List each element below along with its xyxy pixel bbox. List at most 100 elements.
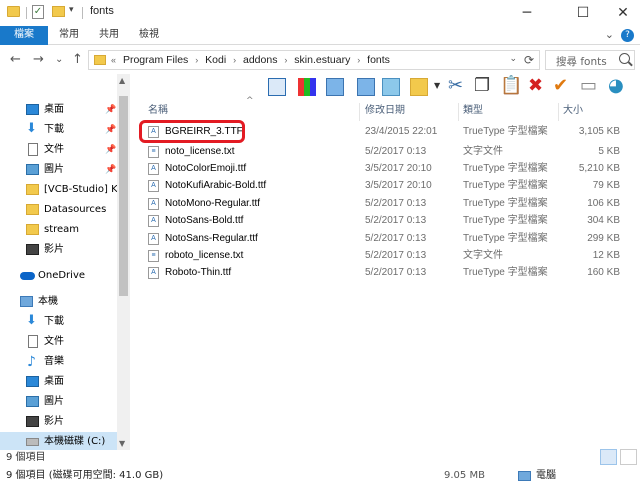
pin-icon[interactable]: 📌 (105, 140, 116, 160)
scroll-down-icon[interactable]: ▼ (119, 439, 125, 448)
sidebar-item-label: 圖片 (44, 164, 64, 175)
close-button[interactable]: ✕ (600, 0, 640, 26)
file-row[interactable]: A NotoKufiArabic-Bold.ttf 3/5/2017 20:10… (140, 177, 625, 194)
file-row[interactable]: A NotoMono-Regular.ttf 5/2/2017 0:13 Tru… (140, 195, 625, 212)
sidebar-item-stream[interactable]: stream (0, 220, 118, 240)
checkmark-icon[interactable]: ✔ (553, 76, 568, 96)
sidebar-item-videos[interactable]: 影片 (0, 240, 118, 260)
rename-icon[interactable]: ▭ (580, 76, 597, 96)
sidebar-item-onedrive[interactable]: OneDrive (0, 266, 118, 286)
cut-icon[interactable]: ✂ (448, 76, 463, 96)
column-divider[interactable] (458, 103, 459, 121)
sidebar-item-datasources[interactable]: Datasources (0, 200, 118, 220)
navigation-pane: 桌面 📌 下載 📌 文件 📌 圖片 📌 [VCB-Studio] Ki Data… (0, 74, 130, 450)
breadcrumb-item[interactable]: addons (243, 54, 277, 66)
file-row[interactable]: ≡ roboto_license.txt 5/2/2017 0:13 文字文件 … (140, 247, 625, 264)
expand-ribbon-icon[interactable]: ⌄ (605, 28, 614, 41)
large-icons-view-button[interactable] (620, 449, 637, 465)
sidebar-item-downloads[interactable]: 下載 📌 (0, 120, 118, 140)
properties-icon[interactable]: ✓ (32, 5, 44, 19)
sidebar-item-pc-pictures[interactable]: 圖片 (0, 392, 118, 412)
column-header-type[interactable]: 類型 (463, 103, 483, 119)
minimize-button[interactable]: ─ (504, 0, 550, 26)
search-icon (619, 53, 630, 64)
sidebar-item-pc-downloads[interactable]: 下載 (0, 312, 118, 332)
sidebar-item-this-pc[interactable]: 本機 (0, 292, 118, 312)
monitor-icon[interactable] (382, 78, 400, 96)
help-icon[interactable]: ? (621, 29, 634, 42)
text-file-icon: ≡ (148, 146, 159, 158)
window-icon[interactable] (357, 78, 375, 96)
copy-icon[interactable]: ❐ (474, 76, 490, 96)
sidebar-item-label: Datasources (44, 204, 107, 215)
sidebar-item-label: 影片 (44, 244, 64, 255)
breadcrumb-separator[interactable]: › (357, 55, 360, 65)
details-view-button[interactable] (600, 449, 617, 465)
column-header-name[interactable]: 名稱 (148, 103, 168, 119)
file-row[interactable]: ≡ noto_license.txt 5/2/2017 0:13 文字文件 5 … (140, 143, 625, 160)
delete-icon[interactable]: ✖ (528, 76, 543, 96)
tab-share[interactable]: 共用 (92, 26, 126, 45)
nav-scrollbar[interactable]: ▲ ▼ (117, 74, 130, 450)
pin-icon[interactable]: 📌 (105, 120, 116, 140)
pin-icon[interactable]: 📌 (105, 160, 116, 180)
details-view-icon[interactable] (268, 78, 286, 96)
sidebar-item-label: 影片 (44, 416, 64, 427)
file-date: 5/2/2017 0:13 (365, 215, 427, 226)
breadcrumb-separator[interactable]: › (195, 55, 198, 65)
sidebar-item-vcb-studio[interactable]: [VCB-Studio] Ki (0, 180, 118, 200)
file-row[interactable]: A Roboto-Thin.ttf 5/2/2017 0:13 TrueType… (140, 264, 625, 281)
tab-home[interactable]: 常用 (52, 26, 86, 45)
rgb-icon[interactable] (298, 78, 316, 96)
refresh-icon[interactable]: ⟳ (524, 53, 534, 67)
tab-file[interactable]: 檔案 (0, 26, 48, 45)
address-bar[interactable]: « Program Files › Kodi › addons › skin.e… (88, 50, 540, 70)
scroll-up-icon[interactable]: ▲ (119, 76, 125, 85)
column-header-date[interactable]: 修改日期 (365, 103, 405, 119)
breadcrumb-item[interactable]: fonts (367, 54, 390, 66)
recent-locations-button[interactable]: ⌄ (55, 54, 63, 65)
column-divider[interactable] (359, 103, 360, 121)
globe-icon[interactable]: ◕ (608, 76, 624, 96)
customize-toolbar-icon[interactable]: ▾ (69, 5, 74, 15)
file-type: TrueType 字型檔案 (463, 180, 548, 191)
folder-icon[interactable] (7, 6, 20, 17)
tab-view[interactable]: 檢視 (132, 26, 166, 45)
folder-icon[interactable] (410, 78, 428, 96)
new-folder-icon[interactable] (52, 6, 65, 17)
breadcrumb-item[interactable]: Program Files (123, 54, 188, 66)
window-icon[interactable] (326, 78, 344, 96)
folder-icon (94, 55, 106, 65)
file-size: 12 KB (592, 250, 620, 261)
sidebar-item-desktop[interactable]: 桌面 📌 (0, 100, 118, 120)
search-input[interactable]: 搜尋 fonts (556, 54, 607, 69)
breadcrumb-separator[interactable]: › (284, 55, 287, 65)
sidebar-item-documents[interactable]: 文件 📌 (0, 140, 118, 160)
column-header-size[interactable]: 大小 (563, 103, 583, 119)
sidebar-item-pictures[interactable]: 圖片 📌 (0, 160, 118, 180)
breadcrumb-overflow[interactable]: « (111, 55, 116, 65)
sidebar-item-local-disk-c[interactable]: 本機磁碟 (C:) (0, 432, 118, 450)
paste-icon[interactable]: 📋 (500, 76, 522, 96)
file-name: NotoMono-Regular.ttf (165, 198, 261, 209)
title-bar: ✓ ▾ fonts ─ ☐ ✕ (0, 0, 640, 26)
breadcrumb-separator[interactable]: › (233, 55, 236, 65)
file-row[interactable]: A NotoSans-Bold.ttf 5/2/2017 0:13 TrueTy… (140, 212, 625, 229)
file-row[interactable]: A NotoSans-Regular.ttf 5/2/2017 0:13 Tru… (140, 230, 625, 247)
pin-icon[interactable]: 📌 (105, 100, 116, 120)
search-box[interactable]: 搜尋 fonts (545, 50, 635, 70)
forward-button[interactable]: → (33, 52, 44, 67)
scroll-thumb[interactable] (119, 96, 128, 296)
sidebar-item-pc-desktop[interactable]: 桌面 (0, 372, 118, 392)
breadcrumb-item[interactable]: Kodi (205, 54, 226, 66)
file-row[interactable]: A NotoColorEmoji.ttf 3/5/2017 20:10 True… (140, 160, 625, 177)
sidebar-item-pc-documents[interactable]: 文件 (0, 332, 118, 352)
back-button[interactable]: ← (10, 52, 21, 67)
breadcrumb-item[interactable]: skin.estuary (294, 54, 350, 66)
address-dropdown-icon[interactable]: ⌄ (509, 54, 517, 64)
chevron-down-icon[interactable]: ▼ (434, 81, 440, 90)
sidebar-item-pc-videos[interactable]: 影片 (0, 412, 118, 432)
column-divider[interactable] (558, 103, 559, 121)
sidebar-item-music[interactable]: 音樂 (0, 352, 118, 372)
up-button[interactable]: ↑ (72, 52, 83, 67)
